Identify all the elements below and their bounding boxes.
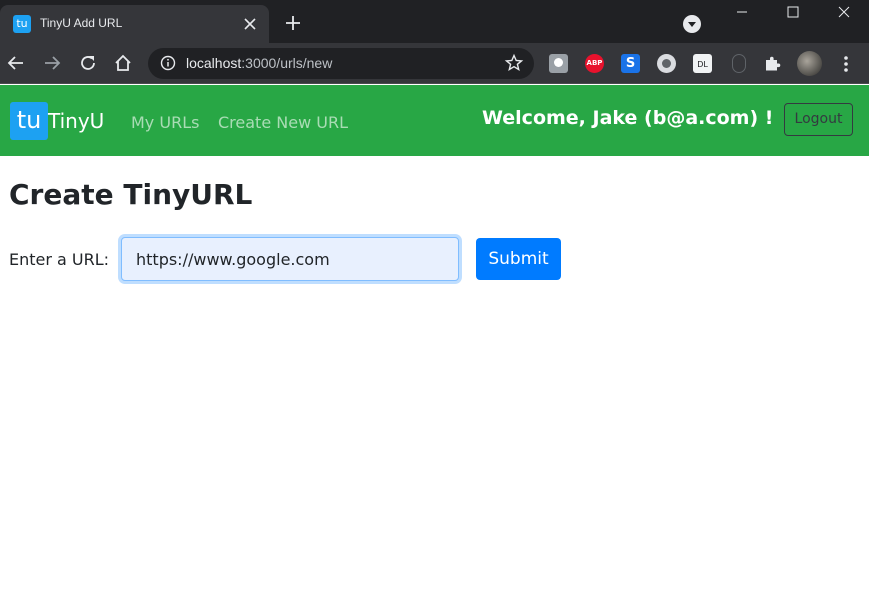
address-path: :3000/urls/new	[241, 55, 333, 71]
new-tab-icon[interactable]	[283, 13, 303, 33]
extension-s-icon[interactable]: S	[621, 54, 640, 73]
submit-button[interactable]: Submit	[476, 238, 561, 280]
tab-search-icon[interactable]	[683, 15, 701, 33]
profile-avatar[interactable]	[797, 51, 822, 76]
brand-name[interactable]: TinyU	[48, 109, 104, 133]
browser-menu-icon[interactable]	[838, 54, 854, 74]
tab-title: TinyU Add URL	[40, 16, 123, 30]
extension-icon[interactable]	[549, 54, 568, 73]
extension-circle-icon[interactable]	[657, 54, 676, 73]
address-url[interactable]: localhost:3000/urls/new	[186, 55, 332, 71]
extension-dl-icon[interactable]: DL	[693, 54, 712, 73]
nav-my-urls-link[interactable]: My URLs	[131, 113, 199, 132]
browser-tab-strip: tu TinyU Add URL	[0, 0, 869, 43]
app-navbar: tu TinyU My URLs Create New URL Welcome,…	[0, 85, 869, 156]
url-label: Enter a URL:	[9, 250, 110, 269]
extension-mouse-icon[interactable]	[732, 54, 746, 73]
adblock-plus-icon[interactable]: ABP	[585, 54, 604, 73]
bookmark-star-icon[interactable]	[504, 53, 524, 73]
page-title: Create TinyURL	[9, 178, 253, 211]
url-input[interactable]	[121, 237, 459, 281]
minimize-window-icon[interactable]	[722, 0, 762, 28]
browser-tab[interactable]: tu TinyU Add URL	[0, 5, 269, 43]
back-icon[interactable]	[5, 52, 27, 74]
nav-create-url-link[interactable]: Create New URL	[218, 113, 348, 132]
close-window-icon[interactable]	[824, 0, 864, 28]
forward-icon[interactable]	[41, 52, 63, 74]
browser-toolbar: localhost:3000/urls/new ABP S DL	[0, 43, 869, 84]
logout-button[interactable]: Logout	[784, 103, 853, 136]
tab-favicon-icon: tu	[13, 15, 31, 33]
home-icon[interactable]	[112, 52, 134, 74]
reload-icon[interactable]	[77, 52, 99, 74]
site-info-icon[interactable]	[160, 55, 176, 71]
extensions-puzzle-icon[interactable]	[763, 54, 782, 73]
maximize-window-icon[interactable]	[773, 0, 813, 28]
address-host: localhost	[186, 55, 242, 71]
welcome-text: Welcome, Jake (b@a.com) !	[482, 107, 774, 129]
close-tab-icon[interactable]	[240, 14, 260, 34]
brand-logo-icon[interactable]: tu	[10, 102, 48, 140]
